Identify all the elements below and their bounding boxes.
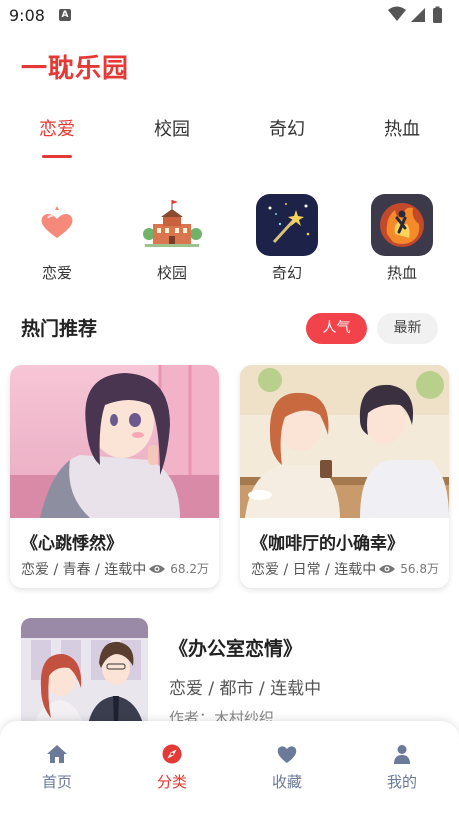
app-title: 一耽乐园 bbox=[21, 54, 130, 84]
view-count: 56.8万 bbox=[378, 560, 439, 577]
home-icon bbox=[47, 745, 67, 763]
fire-fighter-icon bbox=[371, 194, 433, 256]
nav-label: 我的 bbox=[386, 773, 417, 791]
heart-icon bbox=[277, 746, 297, 763]
tab-campus[interactable]: 校园 bbox=[132, 115, 212, 141]
card-title: 《咖啡厅的小确幸》 bbox=[251, 534, 404, 554]
list-item[interactable]: 《办公室恋情》 恋爱 / 都市 / 连载中 作者：木村纱织 bbox=[21, 618, 441, 738]
wifi-icon bbox=[388, 6, 406, 21]
category-label: 校园 bbox=[156, 264, 187, 282]
list-tags: 恋爱 / 都市 / 连载中 bbox=[169, 679, 322, 699]
school-building-icon bbox=[141, 194, 203, 256]
tab-action[interactable]: 热血 bbox=[362, 115, 442, 141]
nav-home[interactable]: 首页 bbox=[17, 743, 97, 792]
card-tags: 恋爱 / 青春 / 连载中 bbox=[21, 562, 147, 578]
signal-icon bbox=[411, 8, 425, 22]
view-count-value: 56.8万 bbox=[400, 562, 439, 576]
sort-latest-chip[interactable]: 最新 bbox=[377, 313, 438, 344]
category-fantasy[interactable]: 奇幻 bbox=[247, 194, 327, 283]
notification-icon: A bbox=[59, 9, 71, 21]
nav-label: 首页 bbox=[41, 773, 72, 791]
status-icons bbox=[388, 6, 442, 23]
section-title: 热门推荐 bbox=[21, 318, 98, 340]
status-time: 9:08 bbox=[9, 6, 45, 25]
category-romance[interactable]: 恋爱 bbox=[17, 194, 97, 283]
compass-icon bbox=[162, 744, 182, 764]
card-title: 《心跳悸然》 bbox=[21, 534, 123, 554]
nav-profile[interactable]: 我的 bbox=[362, 743, 442, 792]
comic-card[interactable]: 《咖啡厅的小确幸》 恋爱 / 日常 / 连载中 56.8万 bbox=[240, 365, 449, 588]
tab-fantasy[interactable]: 奇幻 bbox=[247, 115, 327, 141]
category-label: 热血 bbox=[386, 264, 417, 282]
tab-romance[interactable]: 恋爱 bbox=[17, 115, 97, 141]
heart-icon bbox=[26, 194, 88, 256]
card-tags: 恋爱 / 日常 / 连载中 bbox=[251, 562, 377, 578]
nav-label: 收藏 bbox=[271, 773, 302, 791]
nav-favorites[interactable]: 收藏 bbox=[247, 743, 327, 792]
person-icon bbox=[394, 745, 410, 764]
battery-icon bbox=[433, 8, 442, 23]
category-action[interactable]: 热血 bbox=[362, 194, 442, 283]
comic-card[interactable]: 《心跳悸然》 恋爱 / 青春 / 连载中 68.2万 bbox=[10, 365, 219, 588]
category-label: 奇幻 bbox=[271, 264, 302, 282]
active-tab-indicator bbox=[42, 155, 72, 158]
eye-icon bbox=[149, 564, 166, 573]
view-count-value: 68.2万 bbox=[170, 562, 209, 576]
list-thumbnail bbox=[21, 618, 148, 738]
category-campus[interactable]: 校园 bbox=[132, 194, 212, 283]
magic-wand-icon bbox=[256, 194, 318, 256]
bottom-navigation: 首页 分类 收藏 我的 bbox=[0, 721, 459, 816]
eye-icon bbox=[379, 564, 396, 573]
view-count: 68.2万 bbox=[148, 560, 209, 577]
comic-cover-image bbox=[240, 365, 449, 518]
sort-popular-chip[interactable]: 人气 bbox=[306, 313, 367, 344]
nav-label: 分类 bbox=[156, 773, 187, 791]
comic-cover-image bbox=[10, 365, 219, 518]
status-bar: 9:08 A bbox=[0, 0, 459, 32]
category-label: 恋爱 bbox=[41, 264, 72, 282]
nav-category[interactable]: 分类 bbox=[132, 743, 212, 792]
list-title: 《办公室恋情》 bbox=[169, 638, 303, 660]
